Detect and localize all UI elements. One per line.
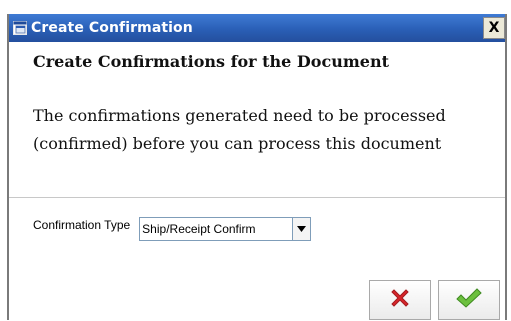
green-checkmark-icon bbox=[455, 287, 483, 313]
window-app-icon bbox=[13, 21, 27, 35]
red-x-icon bbox=[388, 286, 412, 314]
close-button[interactable]: X bbox=[483, 17, 505, 39]
ok-button[interactable] bbox=[438, 280, 500, 320]
create-confirmation-dialog: Create Confirmation X Create Confirmatio… bbox=[7, 14, 507, 320]
confirmation-type-row: Confirmation Type Ship/Receipt Confirm bbox=[33, 217, 312, 241]
title-bar[interactable]: Create Confirmation X bbox=[9, 14, 505, 42]
dropdown-arrow-icon[interactable] bbox=[292, 218, 311, 240]
dialog-description: The confirmations generated need to be p… bbox=[33, 106, 446, 153]
confirmation-type-value: Ship/Receipt Confirm bbox=[142, 222, 256, 236]
window-title: Create Confirmation bbox=[31, 20, 193, 36]
cancel-button[interactable] bbox=[369, 280, 431, 320]
confirmation-type-label: Confirmation Type bbox=[33, 218, 131, 232]
dialog-heading: Create Confirmations for the Document bbox=[33, 52, 389, 71]
confirmation-type-select[interactable]: Ship/Receipt Confirm bbox=[139, 217, 312, 241]
